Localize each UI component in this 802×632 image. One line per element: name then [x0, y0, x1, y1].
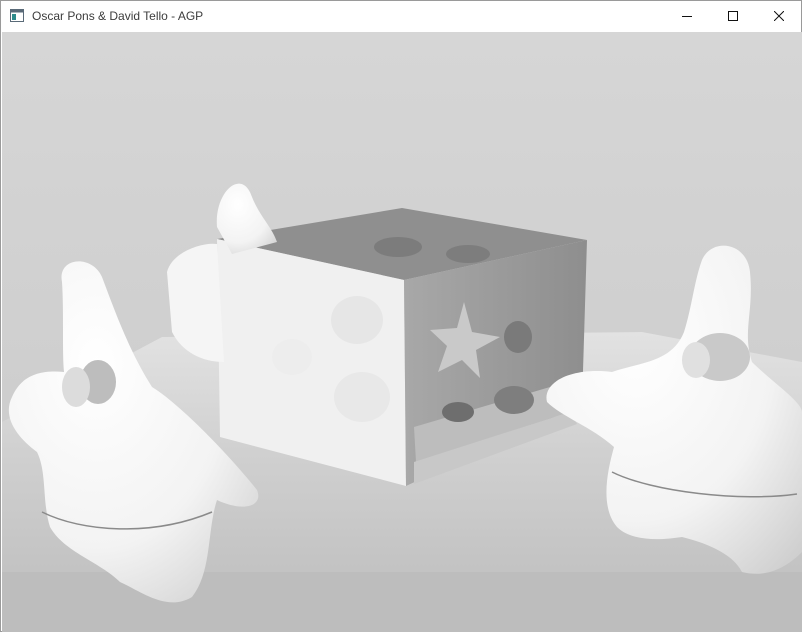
scene-render	[2, 32, 802, 632]
render-viewport[interactable]	[2, 32, 802, 632]
minimize-button[interactable]	[664, 1, 710, 31]
close-button[interactable]	[756, 1, 802, 31]
minimize-icon	[682, 16, 692, 17]
maximize-icon	[728, 11, 738, 21]
app-icon	[10, 9, 24, 22]
close-icon	[774, 11, 784, 21]
window-title: Oscar Pons & David Tello - AGP	[32, 9, 204, 23]
title-bar[interactable]: Oscar Pons & David Tello - AGP	[1, 1, 801, 31]
maximize-button[interactable]	[710, 1, 756, 31]
app-window: Oscar Pons & David Tello - AGP	[0, 0, 802, 632]
